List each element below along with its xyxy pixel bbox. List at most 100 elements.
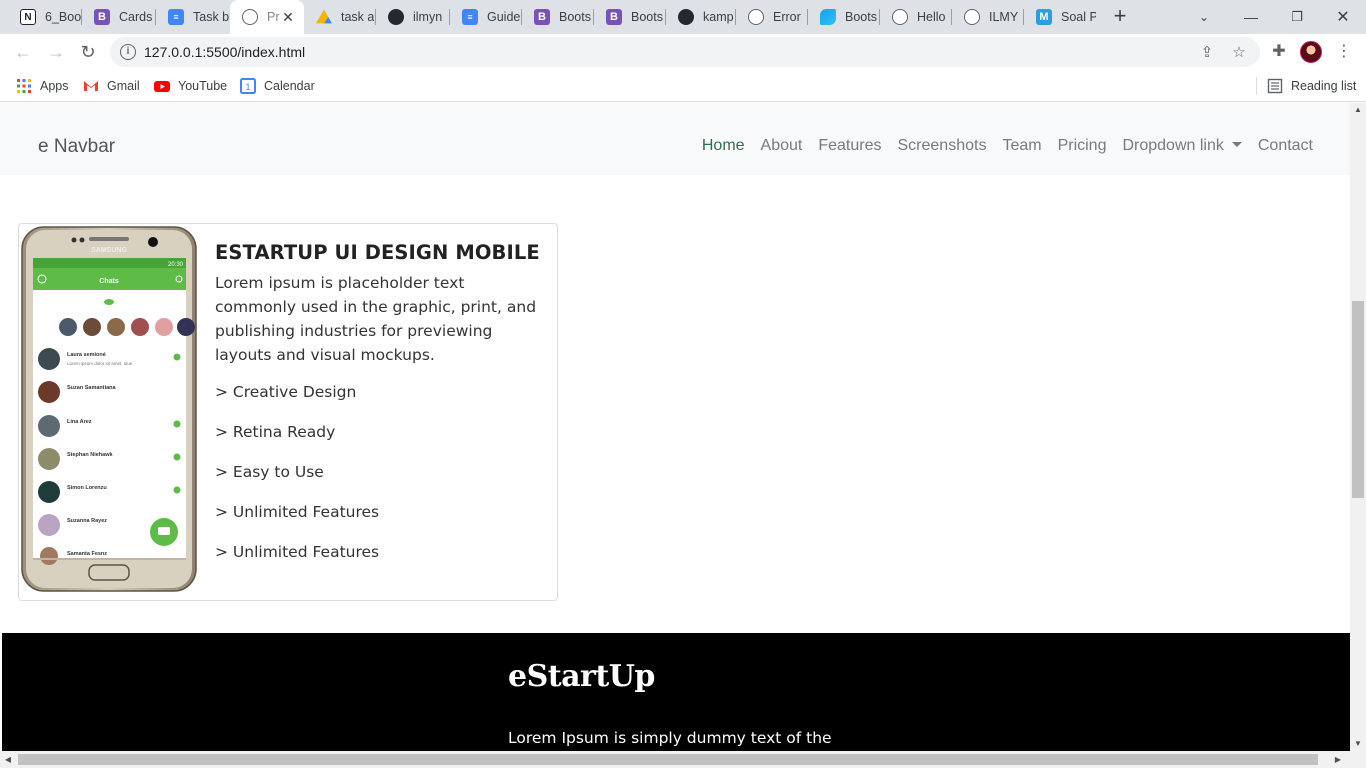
tab[interactable]: B Boots [522, 0, 594, 34]
phone-app-title: Chats [99, 278, 119, 285]
navbar-links: Home About Features Screenshots Team Pri… [702, 137, 1313, 155]
contact-name: Suzan Samantiana [67, 385, 117, 391]
bookmark-label: Gmail [107, 79, 140, 93]
vertical-scroll-thumb[interactable] [1352, 301, 1364, 498]
tab-active[interactable]: Pr ✕ [230, 0, 304, 34]
tab-title: Boots [559, 10, 591, 24]
feature-card: SAMSUNG 20:30 Chats Laura semioné Lorem … [18, 223, 558, 601]
nav-link-contact[interactable]: Contact [1258, 137, 1313, 155]
bookmark-star-icon[interactable]: ☆ [1230, 44, 1248, 62]
reading-list-icon [1267, 78, 1283, 94]
nav-link-pricing[interactable]: Pricing [1058, 137, 1107, 155]
notion-icon: N [20, 9, 36, 25]
scroll-left-arrow-icon[interactable]: ◀ [0, 751, 16, 768]
tab[interactable]: ILMY [952, 0, 1024, 34]
vertical-scrollbar[interactable]: ▲ ▼ [1350, 103, 1366, 751]
tab-title: Soal P [1061, 10, 1096, 24]
tab[interactable]: kamp [666, 0, 736, 34]
nav-dropdown-toggle[interactable]: Dropdown link [1122, 137, 1242, 155]
nav-link-team[interactable]: Team [1002, 137, 1041, 155]
address-bar[interactable]: i 127.0.0.1:5500/index.html ⇪ ☆ [110, 37, 1260, 67]
minimize-button[interactable]: — [1228, 0, 1274, 34]
bookmark-youtube[interactable]: YouTube [154, 76, 227, 96]
tab-strip: N 6_Boo B Cards ≡ Task b Pr ✕ task a ilm… [0, 0, 1366, 34]
phone-brand-text: SAMSUNG [91, 247, 127, 254]
tailwind-icon [820, 9, 836, 25]
site-info-icon[interactable]: i [120, 44, 136, 60]
reload-button[interactable]: ↻ [74, 38, 102, 66]
back-button[interactable]: ← [9, 38, 37, 66]
bookmarks-bar: Apps Gmail YouTube 1 Calendar Reading li… [0, 70, 1366, 102]
tab[interactable]: N 6_Boo [8, 0, 82, 34]
card-text: Lorem ipsum is placeholder text commonly… [215, 274, 537, 364]
feature-item: > Unlimited Features [215, 503, 380, 521]
bookmark-label: YouTube [178, 79, 228, 93]
feature-item: > Easy to Use [215, 463, 324, 481]
tab[interactable]: ilmyn [376, 0, 450, 34]
card-title-bold: ESTARTUP [215, 241, 328, 264]
tab-title: task a [341, 10, 375, 24]
browser-toolbar: ← → ↻ i 127.0.0.1:5500/index.html ⇪ ☆ ✚ … [0, 34, 1366, 70]
reading-list-button[interactable]: Reading list [1267, 76, 1356, 96]
close-window-button[interactable]: ✕ [1320, 0, 1366, 34]
tab-title: Error [773, 10, 801, 24]
menu-kebab-icon[interactable]: ⋮ [1334, 42, 1354, 62]
forward-button[interactable]: → [42, 38, 70, 66]
tab[interactable]: Boots [808, 0, 880, 34]
nav-link-home[interactable]: Home [702, 137, 745, 155]
tab[interactable]: Hello [880, 0, 952, 34]
restore-button[interactable]: ❐ [1274, 0, 1320, 34]
new-tab-button[interactable]: + [1108, 5, 1132, 29]
tab[interactable]: Error [736, 0, 808, 34]
scroll-down-arrow-icon[interactable]: ▼ [1350, 737, 1366, 751]
contact-name: Simon Lorenzu [67, 485, 107, 491]
globe-icon [748, 9, 764, 25]
contact-name: Suzanna Rayez [67, 518, 107, 524]
scroll-up-arrow-icon[interactable]: ▲ [1350, 103, 1366, 117]
tab-title: ILMY [989, 10, 1019, 24]
tab[interactable]: task a [304, 0, 376, 34]
globe-icon [892, 9, 908, 25]
gmail-icon [84, 81, 98, 91]
tab-title: Boots [631, 10, 663, 24]
tab[interactable]: B Boots [594, 0, 666, 34]
contact-name: Laura semioné [67, 352, 106, 358]
nav-link-about[interactable]: About [761, 137, 803, 155]
share-icon[interactable]: ⇪ [1198, 44, 1216, 62]
globe-icon [964, 9, 980, 25]
contact-name: Samanta Fesnz [67, 551, 107, 557]
docs-icon: ≡ [168, 9, 184, 25]
bookmark-gmail[interactable]: Gmail [83, 76, 140, 96]
apps-grid-icon [17, 79, 31, 93]
bootstrap-icon: B [534, 9, 550, 25]
reading-list-label: Reading list [1291, 79, 1357, 93]
navbar-brand[interactable]: e Navbar [38, 136, 115, 158]
horizontal-scrollbar[interactable]: ◀ ▶ [0, 751, 1366, 768]
tab[interactable]: ≡ Guide [450, 0, 522, 34]
phone-time-text: 20:30 [168, 262, 184, 268]
nav-link-features[interactable]: Features [818, 137, 881, 155]
page-viewport: e Navbar Home About Features Screenshots… [0, 103, 1350, 751]
nav-link-screenshots[interactable]: Screenshots [898, 137, 987, 155]
phone-mockup-image: SAMSUNG 20:30 Chats Laura semioné Lorem … [21, 226, 197, 592]
tab[interactable]: M Soal P [1024, 0, 1096, 34]
horizontal-scroll-thumb[interactable] [18, 754, 1318, 765]
close-tab-icon[interactable]: ✕ [280, 9, 296, 25]
globe-icon [242, 9, 258, 25]
feature-item: > Retina Ready [215, 423, 336, 441]
bootstrap-icon: B [94, 9, 110, 25]
bookmark-calendar[interactable]: 1 Calendar [240, 76, 315, 96]
tab-title: Guide [487, 10, 521, 24]
tab[interactable]: ≡ Task b [156, 0, 230, 34]
scroll-right-arrow-icon[interactable]: ▶ [1330, 751, 1346, 768]
github-icon [388, 9, 404, 25]
site-navbar: e Navbar Home About Features Screenshots… [0, 103, 1350, 175]
url-text[interactable]: 127.0.0.1:5500/index.html [144, 44, 305, 60]
profile-avatar[interactable] [1300, 41, 1322, 63]
tab-search-icon[interactable]: ⌄ [1181, 0, 1227, 34]
extensions-icon[interactable]: ✚ [1269, 42, 1289, 62]
bookmark-apps[interactable]: Apps [16, 76, 69, 96]
github-icon [678, 9, 694, 25]
tab[interactable]: B Cards [82, 0, 156, 34]
nav-dropdown-label: Dropdown link [1122, 137, 1224, 154]
